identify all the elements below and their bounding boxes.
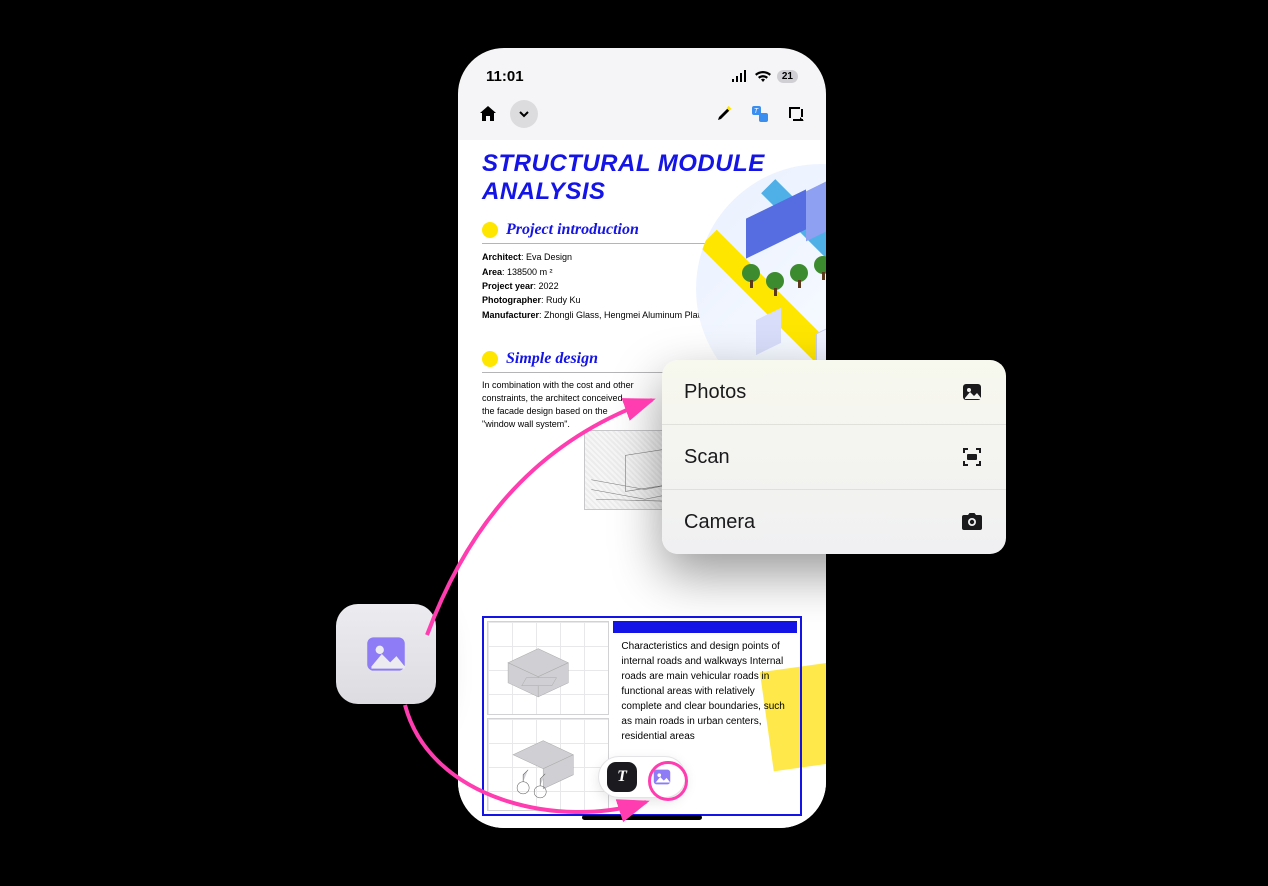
iso-thumb-2 xyxy=(487,718,609,812)
iso-thumb-1 xyxy=(487,621,609,715)
section-body-simple: In combination with the cost and other c… xyxy=(482,379,636,431)
callout-image-icon xyxy=(336,604,436,704)
app-toolbar: T xyxy=(458,96,826,140)
scan-icon xyxy=(960,445,984,469)
insert-image-menu: Photos Scan Camera xyxy=(662,360,1006,554)
status-indicators: 21 xyxy=(731,70,798,83)
image-icon xyxy=(361,629,411,679)
photo-icon xyxy=(960,380,984,404)
bullet-icon xyxy=(482,222,498,238)
panel-text: Characteristics and design points of int… xyxy=(613,633,797,750)
crop-button[interactable] xyxy=(782,100,810,128)
insert-text-button[interactable]: T xyxy=(607,762,637,792)
menu-label: Photos xyxy=(684,381,746,404)
highlighter-icon xyxy=(714,104,734,124)
camera-icon xyxy=(960,510,984,534)
crop-icon xyxy=(786,104,806,124)
menu-label: Camera xyxy=(684,511,755,534)
section-title-simple: Simple design xyxy=(506,350,598,368)
home-button[interactable] xyxy=(474,100,502,128)
panel-header-bar xyxy=(613,621,797,633)
signal-icon xyxy=(731,70,749,82)
svg-text:T: T xyxy=(754,108,759,115)
status-bar: 11:01 21 xyxy=(458,48,826,96)
translate-icon: T xyxy=(750,104,770,124)
section-title-intro: Project introduction xyxy=(506,221,639,239)
battery-level: 21 xyxy=(777,70,798,83)
translate-button[interactable]: T xyxy=(746,100,774,128)
bullet-icon xyxy=(482,351,498,367)
menu-item-scan[interactable]: Scan xyxy=(662,425,1006,490)
highlighter-button[interactable] xyxy=(710,100,738,128)
home-indicator[interactable] xyxy=(582,815,702,820)
dropdown-button[interactable] xyxy=(510,100,538,128)
menu-label: Scan xyxy=(684,446,730,469)
home-icon xyxy=(478,104,498,124)
annotation-highlight-circle xyxy=(648,761,688,801)
menu-item-camera[interactable]: Camera xyxy=(662,490,1006,554)
status-time: 11:01 xyxy=(486,68,524,85)
menu-item-photos[interactable]: Photos xyxy=(662,360,1006,425)
chevron-down-icon xyxy=(518,108,530,120)
wifi-icon xyxy=(755,70,771,82)
